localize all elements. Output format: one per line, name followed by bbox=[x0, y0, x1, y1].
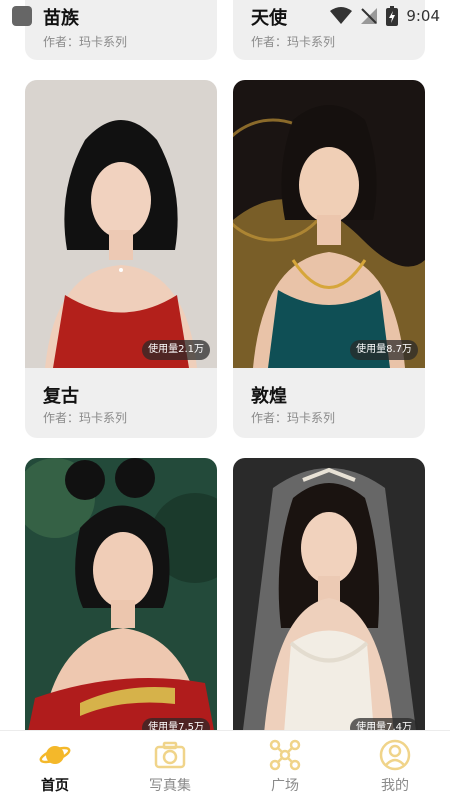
style-card-retro[interactable]: 使用量2.1万 复古 作者：玛卡系列 bbox=[25, 80, 217, 438]
card-author: 作者：玛卡系列 bbox=[43, 35, 128, 49]
tab-albums[interactable]: 写真集 bbox=[130, 731, 210, 801]
tab-label: 广场 bbox=[271, 778, 299, 794]
clock: 9:04 bbox=[406, 7, 440, 25]
style-card-miao[interactable]: 苗族 作者：玛卡系列 bbox=[25, 0, 217, 60]
tab-square[interactable]: 广场 bbox=[245, 731, 325, 801]
card-photo: 使用量7.4万 bbox=[233, 458, 425, 730]
style-card-wedding[interactable]: 使用量7.4万 bbox=[233, 458, 425, 730]
user-icon bbox=[379, 739, 411, 771]
style-card-traditional[interactable]: 使用量7.5万 bbox=[25, 458, 217, 730]
card-author: 作者：玛卡系列 bbox=[43, 411, 128, 425]
photo-feed[interactable]: 苗族 作者：玛卡系列 天使 作者：玛卡系列 使用量2.1万 复古 作者：玛卡系列… bbox=[0, 0, 450, 730]
card-author: 作者：玛卡系列 bbox=[251, 35, 336, 49]
app-notification-icon bbox=[12, 6, 32, 26]
battery-charging-icon bbox=[386, 6, 399, 26]
planet-icon bbox=[39, 746, 71, 764]
tab-label: 首页 bbox=[41, 778, 69, 794]
camera-icon bbox=[154, 741, 186, 769]
card-photo: 使用量2.1万 bbox=[25, 80, 217, 368]
network-icon bbox=[269, 739, 301, 771]
bottom-tab-bar: 首页 写真集 广场 我的 bbox=[0, 730, 450, 801]
usage-badge: 使用量8.7万 bbox=[350, 340, 418, 360]
usage-badge: 使用量2.1万 bbox=[142, 340, 210, 360]
card-author: 作者：玛卡系列 bbox=[251, 411, 336, 425]
tab-label: 我的 bbox=[381, 778, 409, 794]
usage-badge: 使用量7.4万 bbox=[350, 718, 418, 730]
tab-profile[interactable]: 我的 bbox=[355, 731, 435, 801]
card-title: 复古 bbox=[43, 386, 79, 407]
card-title: 苗族 bbox=[43, 8, 79, 29]
no-signal-icon bbox=[361, 8, 378, 24]
card-title: 天使 bbox=[251, 8, 287, 29]
tab-home[interactable]: 首页 bbox=[15, 731, 95, 801]
usage-badge: 使用量7.5万 bbox=[142, 718, 210, 730]
tab-label: 写真集 bbox=[149, 778, 191, 794]
card-title: 敦煌 bbox=[251, 386, 287, 407]
wifi-icon bbox=[330, 7, 353, 24]
status-bar: 9:04 bbox=[330, 6, 440, 26]
card-photo: 使用量7.5万 bbox=[25, 458, 217, 730]
style-card-dunhuang[interactable]: 使用量8.7万 敦煌 作者：玛卡系列 bbox=[233, 80, 425, 438]
card-photo: 使用量8.7万 bbox=[233, 80, 425, 368]
